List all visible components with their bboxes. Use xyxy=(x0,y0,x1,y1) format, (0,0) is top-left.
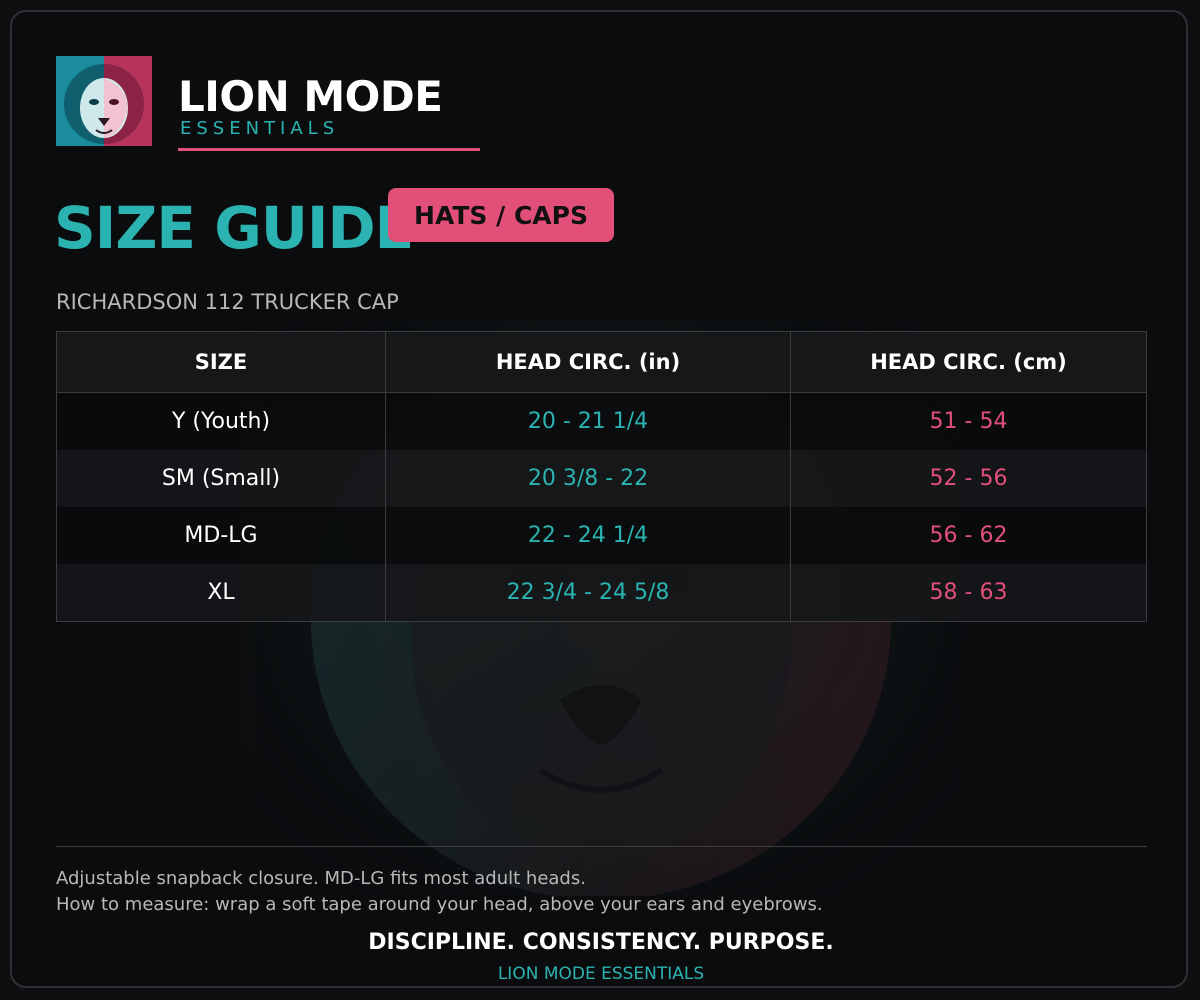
cell-size: Y (Youth) xyxy=(56,392,386,450)
table-header-row: SIZE HEAD CIRC. (in) HEAD CIRC. (cm) xyxy=(56,331,1147,393)
table-row: MD-LG 22 - 24 1/4 56 - 62 xyxy=(56,507,1147,564)
column-header-cm: HEAD CIRC. (cm) xyxy=(790,331,1147,393)
brand-title: LION MODE xyxy=(178,72,443,121)
cell-inches: 22 3/4 - 24 5/8 xyxy=(385,564,791,622)
fit-note: Adjustable snapback closure. MD-LG fits … xyxy=(56,868,586,889)
column-header-inches: HEAD CIRC. (in) xyxy=(385,331,791,393)
brand-subtitle: ESSENTIALS xyxy=(180,118,340,139)
cell-cm: 51 - 54 xyxy=(790,392,1147,450)
lion-head-logo xyxy=(56,56,152,146)
brand-underline xyxy=(178,148,480,151)
tagline: DISCIPLINE. CONSISTENCY. PURPOSE. xyxy=(368,930,834,955)
cell-size: XL xyxy=(56,564,386,622)
page-title: SIZE GUIDE xyxy=(54,194,414,262)
cell-inches: 22 - 24 1/4 xyxy=(385,507,791,564)
cell-cm: 52 - 56 xyxy=(790,450,1147,507)
table-row: SM (Small) 20 3/8 - 22 52 - 56 xyxy=(56,450,1147,507)
footer-brand: LION MODE ESSENTIALS xyxy=(497,964,705,984)
cell-inches: 20 - 21 1/4 xyxy=(385,392,791,450)
measure-note: How to measure: wrap a soft tape around … xyxy=(56,894,823,915)
cell-size: SM (Small) xyxy=(56,450,386,507)
category-badge: HATS / CAPS xyxy=(388,188,614,242)
cell-inches: 20 3/8 - 22 xyxy=(385,450,791,507)
product-name: RICHARDSON 112 TRUCKER CAP xyxy=(56,290,399,314)
size-table: SIZE HEAD CIRC. (in) HEAD CIRC. (cm) Y (… xyxy=(56,331,1147,622)
table-row: XL 22 3/4 - 24 5/8 58 - 63 xyxy=(56,564,1147,622)
cell-cm: 56 - 62 xyxy=(790,507,1147,564)
table-row: Y (Youth) 20 - 21 1/4 51 - 54 xyxy=(56,392,1147,450)
lion-head-icon xyxy=(56,56,152,146)
footer-divider xyxy=(56,846,1147,847)
column-header-size: SIZE xyxy=(56,331,386,393)
cell-cm: 58 - 63 xyxy=(790,564,1147,622)
cell-size: MD-LG xyxy=(56,507,386,564)
size-guide-card: LION MODE ESSENTIALS SIZE GUIDE HATS / C… xyxy=(10,10,1188,988)
